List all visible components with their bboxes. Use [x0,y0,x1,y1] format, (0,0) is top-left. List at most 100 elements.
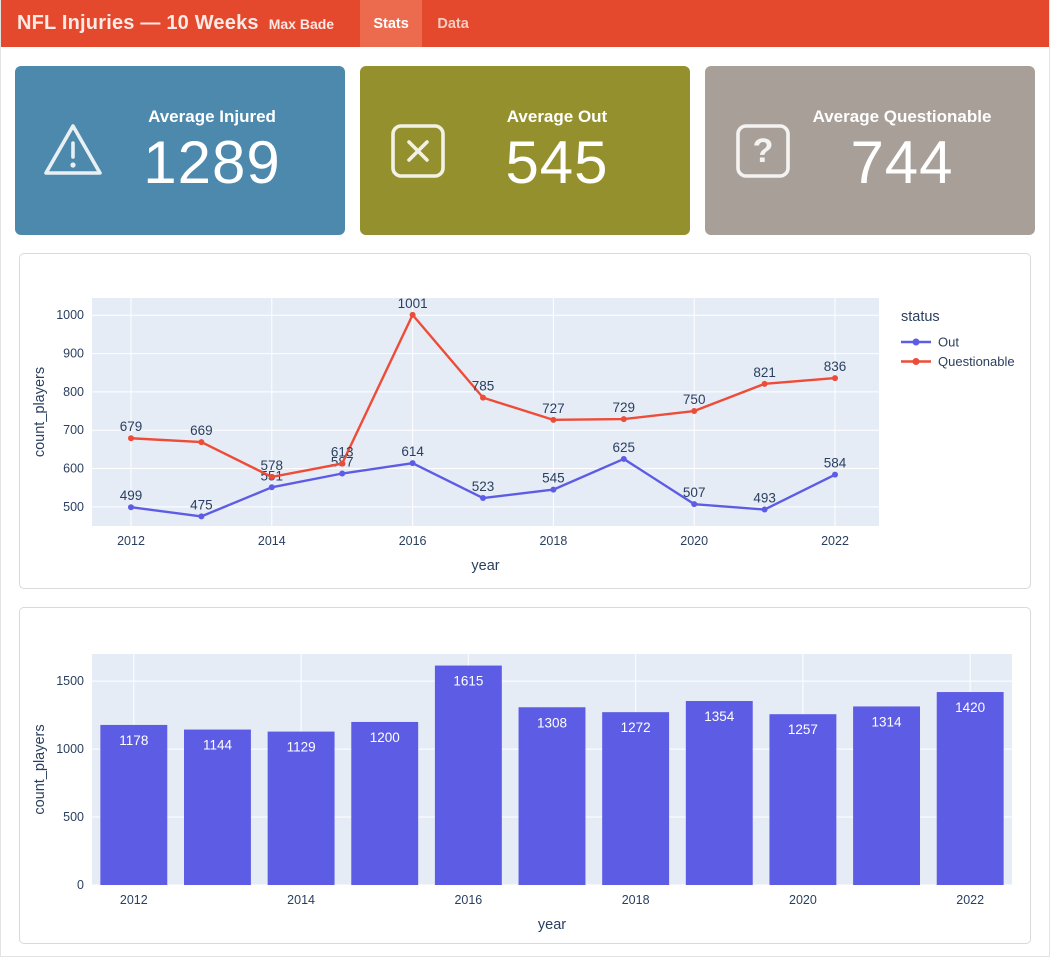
point-label: 475 [190,497,213,512]
bar-2021: 1314 [853,706,920,885]
bar-2012: 1178 [100,725,167,885]
bar-2013: 1144 [184,730,251,885]
x-tick-label: 2018 [539,534,567,548]
y-tick-label: 700 [63,423,84,437]
point-label: 679 [120,419,143,434]
y-tick-label: 500 [63,810,84,824]
x-tick-label: 2014 [287,893,315,907]
x-tick-label: 2016 [454,893,482,907]
y-axis-title: count_players [32,724,48,814]
stat-card-body: Average Injured 1289 [105,107,345,194]
stat-card-body: Average Questionable 744 [795,107,1035,194]
bar-2020: 1257 [769,714,836,885]
point-label: 507 [683,485,706,500]
stat-card-body: Average Out 545 [450,107,690,194]
legend-item-questionable[interactable]: Questionable [901,354,1015,369]
x-tick-label: 2022 [956,893,984,907]
app-subtitle: Max Bade [269,16,334,32]
stat-card-average-out: Average Out 545 [360,66,690,235]
x-tick-label: 2014 [258,534,286,548]
app-header: NFL Injuries — 10 Weeks Max Bade Stats D… [1,0,1049,47]
bar-label: 1200 [370,730,400,745]
x-tick-label: 2018 [622,893,650,907]
bar-2017: 1308 [519,707,586,885]
x-tick-label: 2022 [821,534,849,548]
bar-label: 1272 [621,720,651,735]
bar-label: 1308 [537,715,567,730]
x-axis-title: year [538,917,566,933]
bar-2015: 1200 [351,722,418,885]
legend-title: status [901,309,940,325]
warning-triangle-icon [41,119,105,183]
header-title-wrap: NFL Injuries — 10 Weeks Max Bade [1,12,334,35]
point-label: 499 [120,488,143,503]
x-square-icon [386,119,450,183]
line-chart-svg[interactable]: 500 600 700 800 900 1000 2012 2014 2016 2018 2020 2… [20,254,1031,588]
line-chart-card: 500 600 700 800 900 1000 2012 2014 2016 2018 2020 2… [19,253,1031,589]
line-chart[interactable]: 500 600 700 800 900 1000 2012 2014 2016 2018 2020 2… [20,254,1030,588]
bar-label: 1257 [788,722,818,737]
y-tick-label: 1000 [56,308,84,322]
point-label: 523 [472,479,495,494]
point-label: 821 [753,365,776,380]
point-label: 493 [753,491,776,506]
point-label: 785 [472,379,495,394]
point-label: 545 [542,471,565,486]
point-label: 613 [331,445,354,460]
bar-label: 1129 [287,740,316,755]
bar-2016: 1615 [435,666,502,885]
x-axis-title: year [471,558,499,574]
legend-label: Questionable [938,354,1015,369]
bar-label: 1144 [203,738,233,753]
point-label: 578 [261,458,284,473]
point-label: 625 [613,440,636,455]
bar-2014: 1129 [268,732,335,885]
bar-chart[interactable]: 0 500 1000 1500 2012 2014 2016 2018 2020 2022 year… [20,608,1030,943]
stat-card-value: 744 [850,131,953,194]
point-label: 750 [683,392,706,407]
stat-card-value: 1289 [143,131,280,194]
dashboard-page: NFL Injuries — 10 Weeks Max Bade Stats D… [0,0,1050,957]
bar-2022: 1420 [937,692,1004,885]
y-tick-label: 1000 [56,742,84,756]
x-tick-label: 2012 [120,893,148,907]
tab-data[interactable]: Data [422,0,484,47]
tab-bar: Stats Data [360,0,484,47]
y-tick-label: 0 [77,878,84,892]
y-tick-label: 600 [63,462,84,476]
bar-label: 1354 [704,709,735,724]
y-tick-label: 800 [63,385,84,399]
tab-stats[interactable]: Stats [360,0,422,47]
legend-item-out[interactable]: Out [901,335,959,350]
bar-label: 1615 [453,674,483,689]
bar-chart-svg[interactable]: 0 500 1000 1500 2012 2014 2016 2018 2020 2022 year… [20,608,1031,943]
app-title: NFL Injuries — 10 Weeks [17,12,259,35]
point-label: 1001 [398,296,428,311]
legend-label: Out [938,335,959,350]
x-tick-label: 2012 [117,534,145,548]
y-axis-title: count_players [32,367,48,457]
stat-card-value: 545 [505,131,608,194]
y-tick-label: 1500 [56,674,84,688]
stat-card-title: Average Injured [148,107,276,127]
stat-cards-row: Average Injured 1289 Average Out 545 [1,47,1049,235]
point-label: 729 [613,400,636,415]
x-tick-label: 2020 [789,893,817,907]
question-square-icon: ? [731,119,795,183]
x-tick-label: 2020 [680,534,708,548]
bar-label: 1420 [955,700,985,715]
point-label: 727 [542,401,565,416]
point-label: 614 [401,444,424,459]
stat-card-average-injured: Average Injured 1289 [15,66,345,235]
x-tick-label: 2016 [399,534,427,548]
stat-card-title: Average Questionable [813,107,992,127]
stat-card-title: Average Out [507,107,607,127]
point-label: 584 [824,456,847,471]
point-label: 836 [824,359,847,374]
y-tick-label: 900 [63,347,84,361]
bar-2018: 1272 [602,712,669,885]
bar-label: 1178 [119,733,148,748]
bar-2019: 1354 [686,701,753,885]
y-tick-label: 500 [63,500,84,514]
stat-card-average-questionable: ? Average Questionable 744 [705,66,1035,235]
